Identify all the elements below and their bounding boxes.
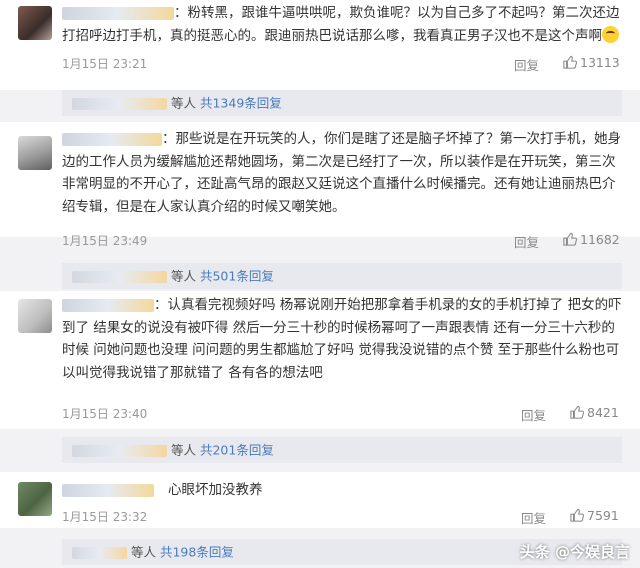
- timestamp: 1月15日 23:32: [62, 510, 148, 524]
- comment-text: ：那些说是在开玩笑的人，你们是瞎了还是脑子坏掉了？第一次打手机，她身边的工作人员…: [62, 128, 622, 218]
- avatar[interactable]: [18, 482, 52, 516]
- reply-button[interactable]: 回复: [514, 55, 539, 74]
- like-count: 8421: [587, 405, 619, 420]
- watermark: 头条 @今娱良言: [519, 543, 630, 561]
- replies-bar[interactable]: 等人 共501条回复: [62, 263, 622, 289]
- comment-card-1: ：粉转黑，跟谁牛逼哄哄呢，欺负谁呢？以为自己多了不起吗？第二次还边打招呼边打手机…: [0, 0, 640, 90]
- view-replies-link[interactable]: 共201条回复: [200, 443, 274, 458]
- comment-text: ：认真看完视频好吗 杨幂说刚开始把那拿着手机录的女的手机打掉了 把女的吓到了 结…: [62, 294, 622, 384]
- replies-bar[interactable]: 等人 共201条回复: [62, 437, 622, 463]
- like-count: 13113: [580, 55, 620, 70]
- replies-bar[interactable]: 等人 共1349条回复: [62, 90, 622, 116]
- comment-card-3: ：认真看完视频好吗 杨幂说刚开始把那拿着手机录的女的手机打掉了 把女的吓到了 结…: [0, 291, 640, 429]
- timestamp: 1月15日 23:49: [62, 234, 148, 248]
- view-replies-link[interactable]: 共198条回复: [160, 545, 234, 560]
- avatar[interactable]: [18, 136, 52, 170]
- reply-users-blurred: [72, 270, 167, 283]
- reply-users-blurred: [72, 97, 167, 110]
- thumbs-up-icon: [570, 508, 585, 522]
- avatar[interactable]: [18, 299, 52, 333]
- username-blurred[interactable]: [62, 484, 154, 497]
- comment-text-content: ：认真看完视频好吗 杨幂说刚开始把那拿着手机录的女的手机打掉了 把女的吓到了 结…: [62, 297, 622, 381]
- avatar[interactable]: [18, 6, 52, 40]
- comment-card-4: 心眼坏加没教养 1月15日 23:32 回复 7591: [0, 472, 640, 528]
- reply-users-blurred: [72, 444, 167, 457]
- like-count: 11682: [580, 232, 620, 247]
- comment-text-content: ：粉转黑，跟谁牛逼哄哄呢，欺负谁呢？以为自己多了不起吗？第二次还边打招呼边打手机…: [62, 5, 620, 44]
- comment-text-content: ：那些说是在开玩笑的人，你们是瞎了还是脑子坏掉了？第一次打手机，她身边的工作人员…: [62, 131, 621, 215]
- reply-button[interactable]: 回复: [521, 405, 546, 424]
- like-count: 7591: [587, 508, 619, 523]
- comment-text: ：粉转黑，跟谁牛逼哄哄呢，欺负谁呢？以为自己多了不起吗？第二次还边打招呼边打手机…: [62, 2, 622, 47]
- reply-button[interactable]: 回复: [514, 232, 539, 251]
- comment-text: 心眼坏加没教养: [168, 479, 622, 502]
- replies-prefix: 等人: [170, 442, 200, 458]
- timestamp: 1月15日 23:40: [62, 407, 148, 421]
- comment-card-2: ：那些说是在开玩笑的人，你们是瞎了还是脑子坏掉了？第一次打手机，她身边的工作人员…: [0, 122, 640, 250]
- like-button[interactable]: 7591: [570, 508, 619, 523]
- like-button[interactable]: 13113: [563, 55, 620, 70]
- smile-emoji-icon: [602, 25, 619, 43]
- thumbs-up-icon: [563, 232, 578, 246]
- thumbs-up-icon: [570, 405, 585, 419]
- reply-button[interactable]: 回复: [521, 508, 546, 527]
- replies-prefix: 等人: [170, 95, 200, 111]
- comment-text-content: 心眼坏加没教养: [168, 482, 263, 498]
- replies-prefix: 等人: [130, 544, 160, 560]
- reply-users-blurred: [72, 546, 127, 559]
- view-replies-link[interactable]: 共1349条回复: [200, 96, 282, 111]
- thumbs-up-icon: [563, 55, 578, 69]
- like-button[interactable]: 11682: [563, 232, 620, 247]
- view-replies-link[interactable]: 共501条回复: [200, 269, 274, 284]
- replies-prefix: 等人: [170, 268, 200, 284]
- timestamp: 1月15日 23:21: [62, 57, 148, 71]
- like-button[interactable]: 8421: [570, 405, 619, 420]
